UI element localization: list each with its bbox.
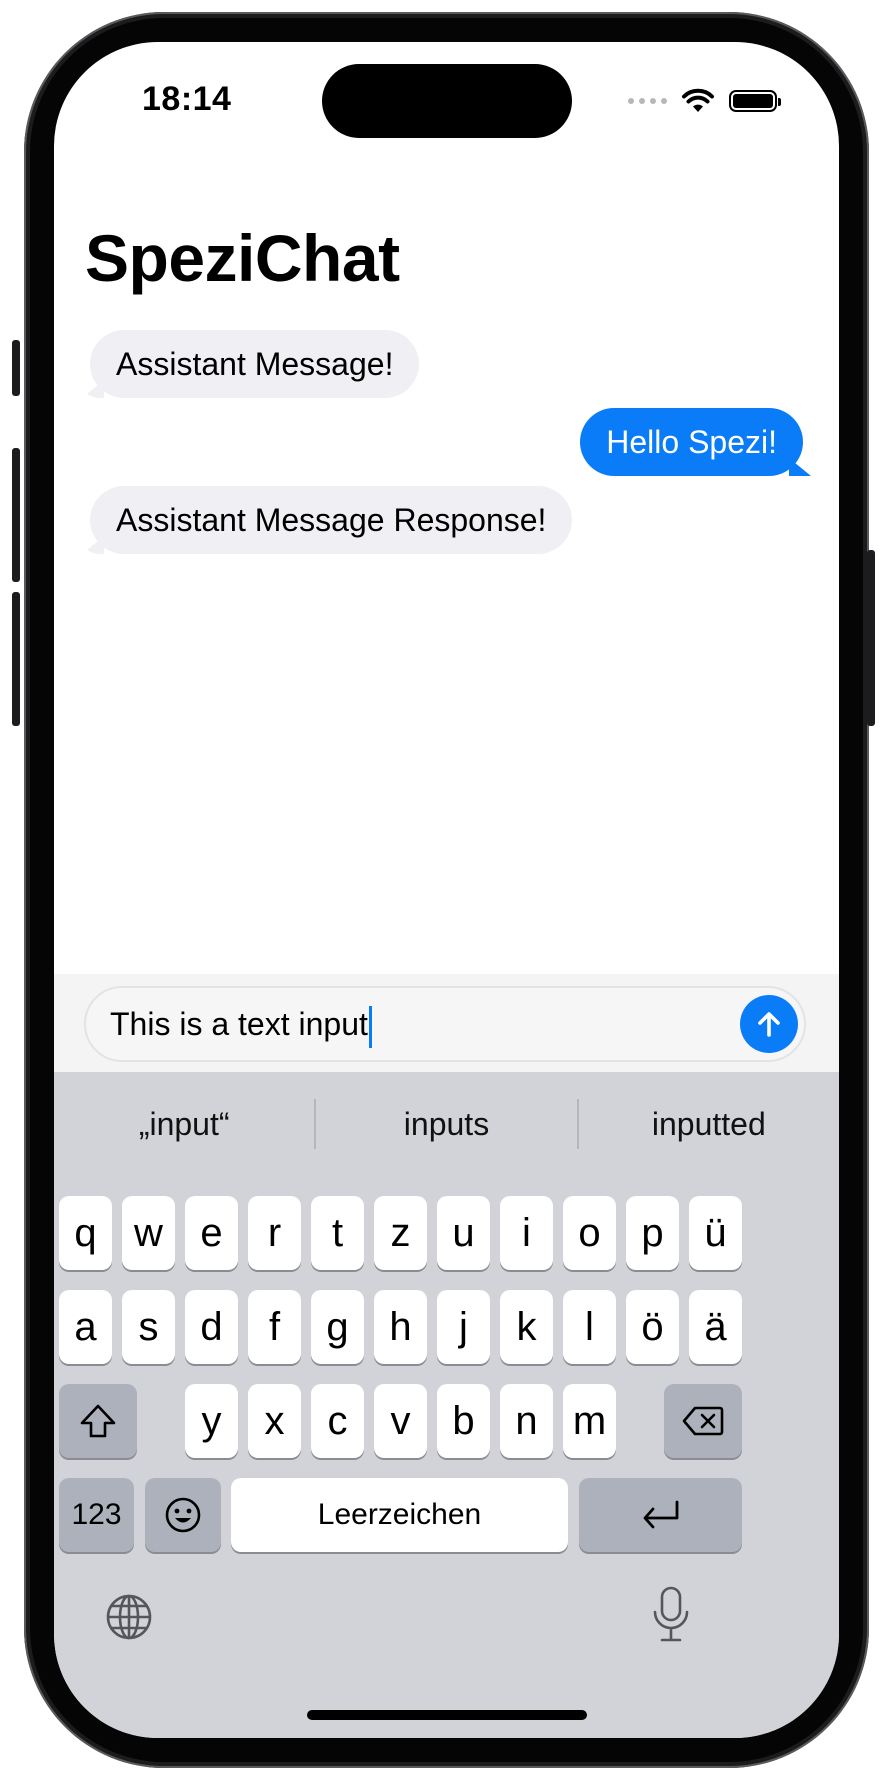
message-input[interactable]: This is a text input bbox=[84, 986, 806, 1062]
page-title: SpeziChat bbox=[85, 221, 400, 295]
status-indicators bbox=[628, 86, 781, 116]
keyboard: „input“ inputs inputted q w e r t z u i … bbox=[54, 1072, 839, 1738]
shift-icon bbox=[80, 1404, 116, 1438]
volume-up-button bbox=[12, 448, 20, 582]
key-l[interactable]: l bbox=[563, 1290, 616, 1364]
text-caret bbox=[368, 1005, 372, 1048]
globe-icon bbox=[106, 1594, 152, 1640]
bubble-tail bbox=[789, 458, 811, 476]
key-w[interactable]: w bbox=[122, 1196, 175, 1270]
key-b[interactable]: b bbox=[437, 1384, 490, 1458]
dynamic-island bbox=[322, 64, 572, 138]
delete-key[interactable] bbox=[664, 1384, 742, 1458]
message-text: Hello Spezi! bbox=[606, 424, 777, 460]
screen: 18:14 SpeziChat Assistant Message! Hello… bbox=[54, 42, 839, 1738]
dictation-button[interactable] bbox=[646, 1584, 696, 1646]
space-key[interactable]: Leerzeichen bbox=[231, 1478, 568, 1552]
message-text: Assistant Message Response! bbox=[116, 502, 547, 538]
suggestion-bar: „input“ inputs inputted bbox=[54, 1072, 839, 1176]
home-indicator[interactable] bbox=[307, 1710, 587, 1720]
message-input-text-wrap: This is a text input bbox=[110, 988, 372, 1060]
key-k[interactable]: k bbox=[500, 1290, 553, 1364]
bubble-tail bbox=[82, 380, 104, 398]
message-bubble-user: Hello Spezi! bbox=[580, 408, 811, 476]
wifi-icon bbox=[682, 88, 714, 112]
emoji-key[interactable] bbox=[145, 1478, 221, 1552]
key-p[interactable]: p bbox=[626, 1196, 679, 1270]
arrow-up-icon bbox=[758, 1012, 780, 1037]
bubble-tail bbox=[82, 536, 104, 554]
send-button[interactable] bbox=[740, 995, 798, 1053]
battery-icon bbox=[729, 90, 781, 112]
key-t[interactable]: t bbox=[311, 1196, 364, 1270]
key-h[interactable]: h bbox=[374, 1290, 427, 1364]
globe-button[interactable] bbox=[104, 1592, 154, 1642]
suggestion-item[interactable]: inputted bbox=[579, 1106, 839, 1143]
message-bubble-assistant: Assistant Message! bbox=[82, 330, 420, 398]
key-o[interactable]: o bbox=[563, 1196, 616, 1270]
volume-down-button bbox=[12, 592, 20, 726]
key-q[interactable]: q bbox=[59, 1196, 112, 1270]
composer-bar: This is a text input bbox=[54, 974, 839, 1072]
message-input-value: This is a text input bbox=[110, 1006, 368, 1042]
microphone-icon bbox=[653, 1586, 689, 1642]
key-s[interactable]: s bbox=[122, 1290, 175, 1364]
key-f[interactable]: f bbox=[248, 1290, 301, 1364]
key-j[interactable]: j bbox=[437, 1290, 490, 1364]
key-z[interactable]: z bbox=[374, 1196, 427, 1270]
key-a[interactable]: a bbox=[59, 1290, 112, 1364]
key-e[interactable]: e bbox=[185, 1196, 238, 1270]
return-key[interactable] bbox=[579, 1478, 742, 1552]
key-c[interactable]: c bbox=[311, 1384, 364, 1458]
return-icon bbox=[643, 1500, 678, 1529]
message-bubble-assistant: Assistant Message Response! bbox=[82, 486, 573, 554]
numbers-key[interactable]: 123 bbox=[59, 1478, 134, 1552]
key-a-umlaut[interactable]: ä bbox=[689, 1290, 742, 1364]
shift-key[interactable] bbox=[59, 1384, 137, 1458]
action-button bbox=[12, 340, 20, 396]
key-r[interactable]: r bbox=[248, 1196, 301, 1270]
key-n[interactable]: n bbox=[500, 1384, 553, 1458]
message-text: Assistant Message! bbox=[116, 346, 394, 382]
key-g[interactable]: g bbox=[311, 1290, 364, 1364]
key-v[interactable]: v bbox=[374, 1384, 427, 1458]
key-o-umlaut[interactable]: ö bbox=[626, 1290, 679, 1364]
key-i[interactable]: i bbox=[500, 1196, 553, 1270]
key-d[interactable]: d bbox=[185, 1290, 238, 1364]
status-time: 18:14 bbox=[142, 80, 232, 118]
key-x[interactable]: x bbox=[248, 1384, 301, 1458]
suggestion-item[interactable]: „input“ bbox=[54, 1106, 314, 1143]
cellular-signal-icon bbox=[628, 98, 667, 104]
delete-icon bbox=[682, 1406, 724, 1436]
emoji-icon bbox=[165, 1497, 201, 1533]
key-y[interactable]: y bbox=[185, 1384, 238, 1458]
suggestion-item[interactable]: inputs bbox=[316, 1106, 576, 1143]
key-u-umlaut[interactable]: ü bbox=[689, 1196, 742, 1270]
key-m[interactable]: m bbox=[563, 1384, 616, 1458]
key-u[interactable]: u bbox=[437, 1196, 490, 1270]
battery-level bbox=[733, 94, 773, 108]
power-button bbox=[867, 550, 875, 726]
